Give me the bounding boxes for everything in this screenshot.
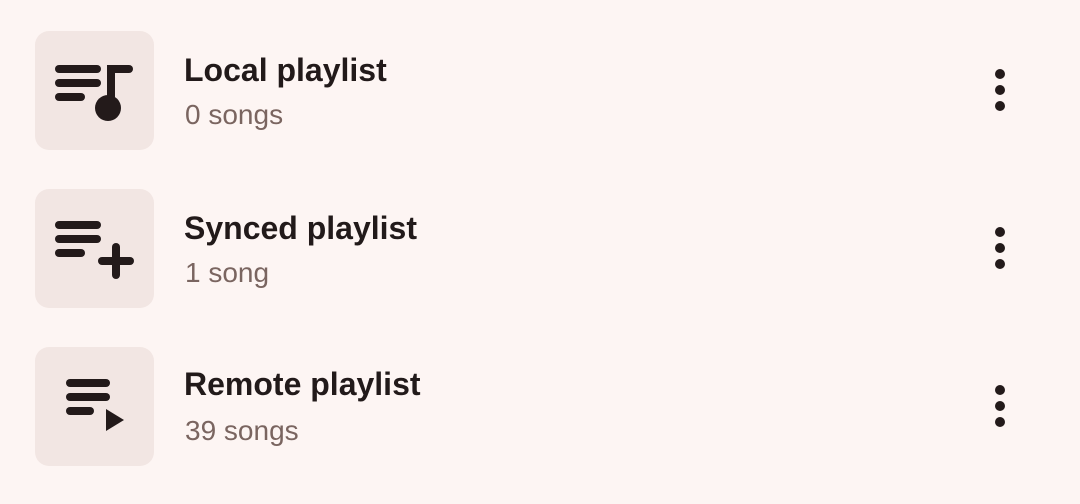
- playlist-add-icon: [54, 220, 134, 279]
- playlist-title: Synced playlist: [184, 210, 417, 246]
- playlist-row-local[interactable]: Local playlist 0 songs: [0, 0, 1080, 158]
- more-vert-icon: [995, 385, 1005, 427]
- more-vert-icon: [995, 69, 1005, 111]
- more-options-button[interactable]: [970, 218, 1030, 278]
- playlist-title: Local playlist: [184, 52, 387, 88]
- playlist-music-icon: [54, 64, 133, 121]
- playlist-play-icon: [65, 378, 124, 431]
- playlist-song-count: 1 song: [185, 257, 270, 288]
- playlist-list: Local playlist 0 songs Synced playlist 1…: [0, 0, 1080, 504]
- playlist-thumbnail: [35, 189, 154, 308]
- playlist-thumbnail: [35, 347, 154, 466]
- playlist-song-count: 39 songs: [185, 415, 299, 446]
- playlist-song-count: 0 songs: [185, 99, 284, 130]
- playlist-row-remote[interactable]: Remote playlist 39 songs: [0, 316, 1080, 474]
- playlist-thumbnail: [35, 31, 154, 150]
- more-options-button[interactable]: [970, 376, 1030, 436]
- playlist-title: Remote playlist: [184, 366, 421, 402]
- more-vert-icon: [995, 227, 1005, 269]
- playlist-row-synced[interactable]: Synced playlist 1 song: [0, 158, 1080, 316]
- more-options-button[interactable]: [970, 60, 1030, 120]
